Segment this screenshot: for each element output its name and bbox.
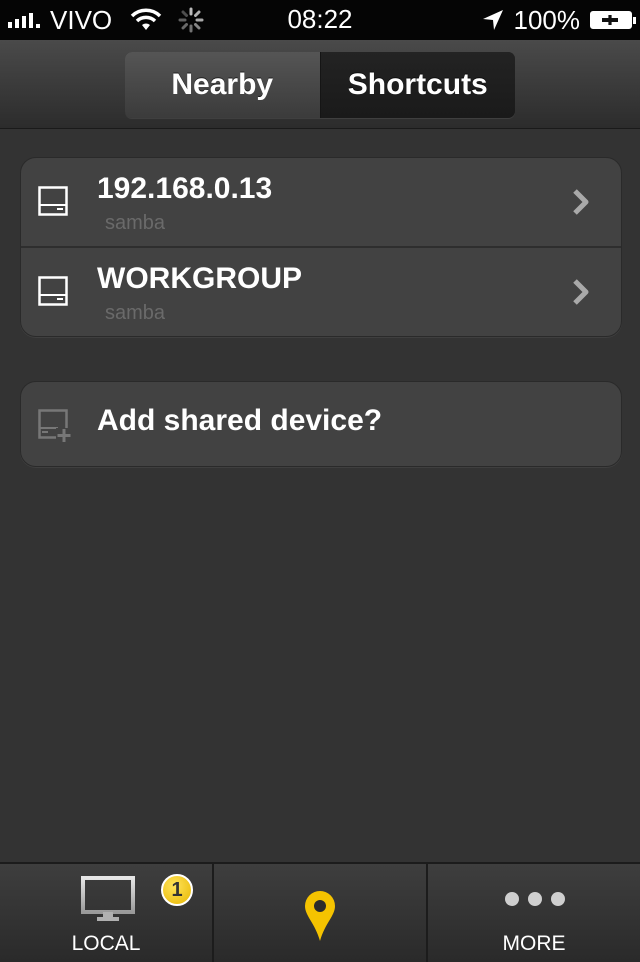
- nav-bar: Nearby Shortcuts: [0, 40, 640, 129]
- device-row[interactable]: WORKGROUP samba: [21, 246, 621, 336]
- more-dots-icon: [505, 892, 565, 906]
- add-shared-device-button[interactable]: Add shared device?: [21, 382, 621, 466]
- server-icon: [38, 186, 68, 216]
- location-arrow-icon: [482, 10, 503, 30]
- tab-nearby-location[interactable]: [212, 864, 426, 962]
- tab-bar: 1 LOCAL MORE: [0, 862, 640, 962]
- tab-more[interactable]: MORE: [426, 864, 640, 962]
- device-row[interactable]: 192.168.0.13 samba: [21, 158, 621, 246]
- add-device-label: Add shared device?: [97, 404, 383, 437]
- device-name: 192.168.0.13: [97, 172, 273, 205]
- segment-nearby[interactable]: Nearby: [125, 52, 321, 118]
- add-device-group: Add shared device?: [20, 381, 622, 467]
- server-icon: [38, 276, 68, 306]
- device-name: WORKGROUP: [97, 262, 302, 295]
- location-pin-icon: [305, 891, 335, 941]
- notification-badge: 1: [161, 874, 193, 906]
- tab-more-label: MORE: [502, 932, 566, 955]
- device-type: samba: [105, 212, 166, 234]
- device-list: 192.168.0.13 samba WORKGROUP samba: [20, 157, 622, 337]
- status-bar: VIVO 08:22 100%: [0, 0, 640, 40]
- chevron-right-icon: [573, 189, 589, 215]
- add-device-icon: [38, 409, 72, 443]
- tab-local-label: LOCAL: [71, 932, 141, 955]
- battery-percent: 100%: [513, 4, 581, 35]
- monitor-icon: [81, 876, 135, 921]
- segmented-control: Nearby Shortcuts: [125, 52, 515, 118]
- tab-local[interactable]: 1 LOCAL: [0, 864, 212, 962]
- device-type: samba: [105, 302, 166, 324]
- segment-shortcuts[interactable]: Shortcuts: [320, 52, 515, 118]
- chevron-right-icon: [573, 279, 589, 305]
- battery-charging-icon: [590, 11, 636, 29]
